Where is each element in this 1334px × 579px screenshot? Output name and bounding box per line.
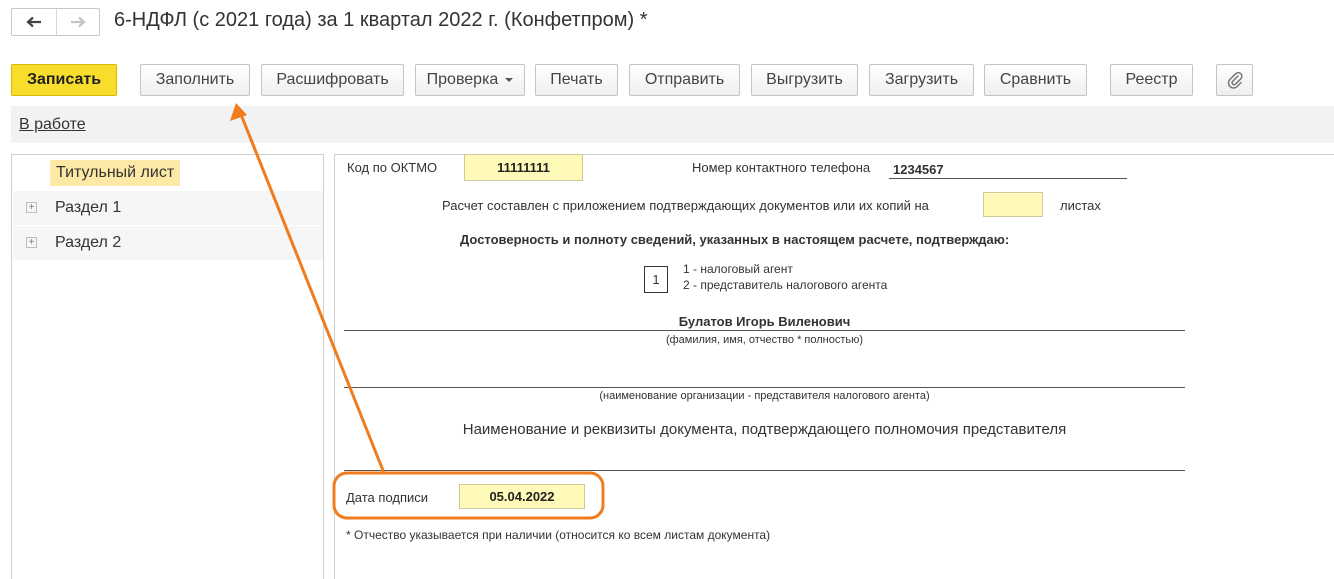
arrow-right-icon (70, 16, 86, 28)
check-button-label: Проверка (426, 71, 499, 88)
check-dropdown-button[interactable]: Проверка (415, 64, 525, 96)
compare-button[interactable]: Сравнить (984, 64, 1087, 96)
tree-item-label: Титульный лист (50, 160, 181, 186)
signer-name-hint: (фамилия, имя, отчество * полностью) (665, 334, 864, 346)
form-border (334, 154, 335, 579)
phone-label: Номер контактного телефона (692, 160, 871, 175)
oktmo-field[interactable]: 11111111 (464, 154, 583, 181)
tree-item-title-page[interactable]: Титульный лист (13, 156, 323, 190)
chevron-down-icon (505, 78, 514, 82)
back-button[interactable] (12, 9, 56, 35)
window-title: 6-НДФЛ (с 2021 года) за 1 квартал 2022 г… (114, 9, 648, 31)
expand-icon[interactable]: + (26, 202, 37, 213)
confirm-heading: Достоверность и полноту сведений, указан… (460, 232, 1010, 247)
fill-button[interactable]: Заполнить (140, 64, 250, 96)
signer-code-field[interactable]: 1 (644, 266, 668, 293)
sign-date-label: Дата подписи (346, 490, 429, 505)
paperclip-icon (1227, 71, 1243, 89)
org-name-underline (344, 387, 1185, 388)
save-button[interactable]: Записать (11, 64, 117, 96)
sign-date-field[interactable]: 05.04.2022 (459, 484, 585, 509)
attached-docs-suffix: листах (1060, 198, 1101, 213)
forward-button[interactable] (55, 9, 100, 35)
status-bar (11, 106, 1334, 143)
history-nav (11, 8, 100, 36)
org-name-hint: (наименование организации - представител… (599, 390, 930, 402)
section-tree: Титульный лист + Раздел 1 + Раздел 2 (11, 154, 324, 579)
registry-button[interactable]: Реестр (1110, 64, 1193, 96)
footnote: * Отчество указывается при наличии (отно… (346, 528, 771, 542)
send-button[interactable]: Отправить (629, 64, 740, 96)
export-button[interactable]: Выгрузить (751, 64, 858, 96)
signer-name-field[interactable]: Булатов Игорь Виленович (344, 314, 1185, 329)
attached-sheets-field[interactable] (983, 192, 1043, 217)
signer-option-1: 1 - налоговый агент (683, 262, 793, 276)
arrow-left-icon (26, 16, 41, 28)
tree-item-label: Раздел 1 (55, 199, 122, 216)
decode-button[interactable]: Расшифровать (261, 64, 404, 96)
attached-docs-label: Расчет составлен с приложением подтвержд… (442, 198, 929, 213)
tree-item-section-1[interactable]: + Раздел 1 (13, 191, 323, 225)
status-link[interactable]: В работе (19, 116, 86, 134)
import-button[interactable]: Загрузить (869, 64, 974, 96)
signer-option-2: 2 - представитель налогового агента (683, 278, 888, 292)
tree-item-label: Раздел 2 (55, 234, 122, 251)
phone-field[interactable]: 1234567 (893, 162, 944, 177)
signer-name-underline (344, 330, 1185, 331)
oktmo-label: Код по ОКТМО (347, 160, 438, 175)
expand-icon[interactable]: + (26, 237, 37, 248)
document-heading: Наименование и реквизиты документа, подт… (462, 421, 1067, 438)
tree-item-section-2[interactable]: + Раздел 2 (13, 226, 323, 260)
attach-button[interactable] (1216, 64, 1253, 96)
phone-underline (889, 178, 1127, 179)
print-button[interactable]: Печать (535, 64, 618, 96)
document-underline (344, 470, 1185, 471)
